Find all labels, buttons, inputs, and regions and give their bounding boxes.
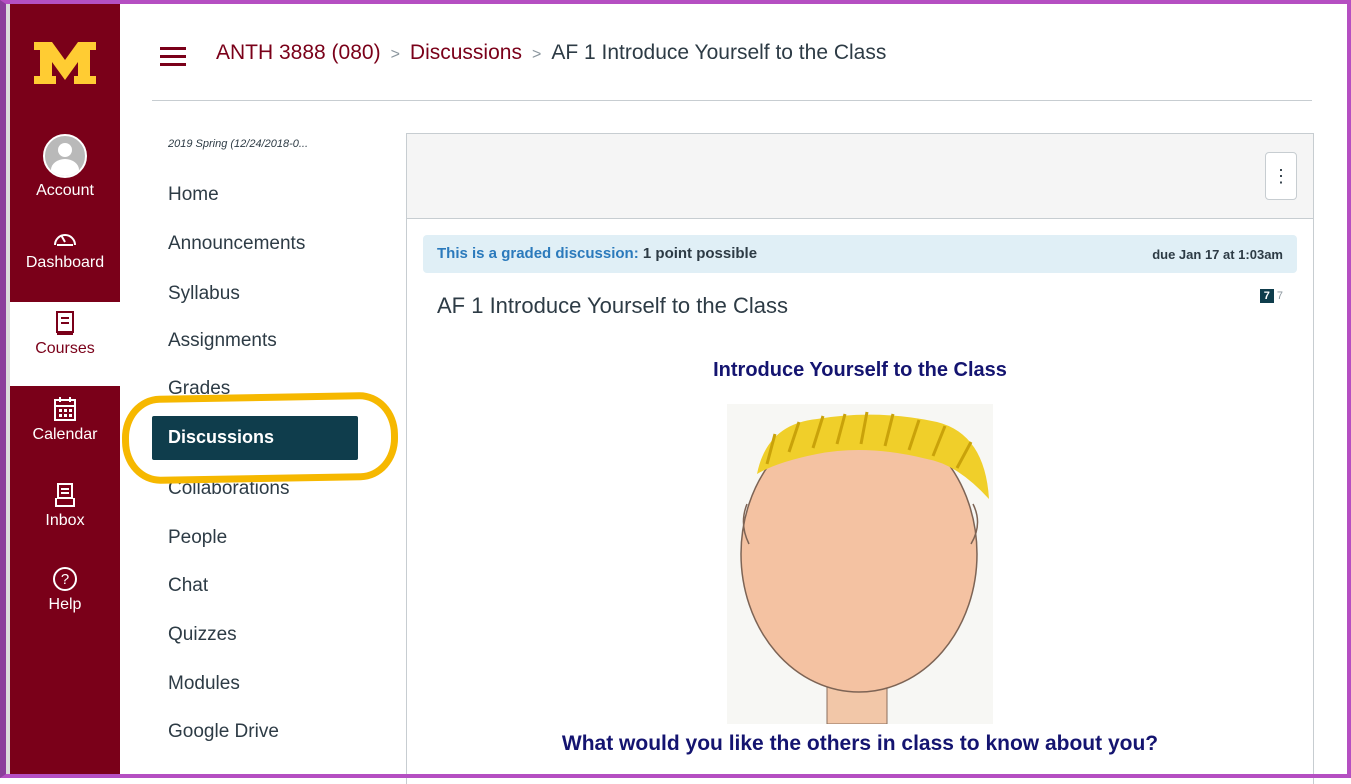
nav-help[interactable]: ? Help: [10, 566, 120, 614]
nav-calendar[interactable]: Calendar: [10, 396, 120, 444]
window-edge: [0, 0, 10, 778]
page-header: ANTH 3888 (080) > Discussions > AF 1 Introdu…: [152, 20, 1312, 101]
intro-heading: Introduce Yourself to the Class: [713, 359, 1007, 381]
prompt-question: What would you like the others in class …: [561, 732, 1159, 755]
course-nav-google-drive[interactable]: Google Drive: [168, 721, 279, 743]
course-nav-announcements[interactable]: Announcements: [168, 233, 305, 255]
course-nav-syllabus[interactable]: Syllabus: [168, 283, 240, 305]
nav-dashboard[interactable]: Dashboard: [10, 226, 120, 272]
breadcrumb-current: AF 1 Introduce Yourself to the Class: [551, 41, 887, 64]
more-options-kebab-icon[interactable]: ⋮: [1265, 152, 1297, 200]
reply-count-badges: 77: [1259, 289, 1283, 303]
svg-text:?: ?: [61, 571, 69, 588]
graded-discussion-banner: This is a graded discussion: 1 point pos…: [423, 235, 1297, 273]
points-possible: 1 point possible: [642, 245, 758, 262]
due-date: due Jan 17 at 1:03am: [1152, 247, 1283, 262]
course-nav-assignments[interactable]: Assignments: [168, 330, 277, 352]
discussion-content: ⋮ This is a graded discussion: 1 point p…: [406, 133, 1314, 784]
course-nav-chat[interactable]: Chat: [168, 575, 208, 597]
discussion-title: AF 1 Introduce Yourself to the Class: [437, 293, 788, 318]
nav-help-label: Help: [48, 596, 82, 613]
account-avatar-icon: [43, 134, 87, 178]
nav-dashboard-label: Dashboard: [25, 254, 105, 271]
breadcrumb-separator-icon: >: [531, 46, 542, 63]
hand-drawn-face-image: [727, 404, 993, 724]
nav-courses[interactable]: Courses: [10, 302, 120, 386]
graded-label: This is a graded discussion:: [437, 245, 639, 262]
course-nav-home[interactable]: Home: [168, 184, 219, 206]
help-icon: ?: [53, 567, 77, 591]
unread-count-badge: 7: [1259, 289, 1274, 303]
breadcrumb-course-link[interactable]: ANTH 3888 (080): [216, 41, 381, 64]
nav-courses-label: Courses: [35, 340, 95, 357]
breadcrumb-separator-icon: >: [390, 46, 400, 63]
highlight-annotation: [121, 391, 399, 485]
breadcrumb: ANTH 3888 (080) > Discussions > AF 1 Introdu…: [216, 41, 886, 65]
breadcrumb-discussions-link[interactable]: Discussions: [410, 41, 522, 64]
university-logo-icon[interactable]: [30, 36, 100, 88]
course-navigation: 2019 Spring (12/24/2018-0... Home Announ…: [152, 138, 378, 742]
courses-book-icon: [56, 311, 74, 335]
global-navigation: Account Dashboard Courses Calendar Inbox…: [10, 0, 120, 778]
discussion-toolbar: ⋮: [407, 134, 1313, 219]
total-count: 7: [1276, 290, 1283, 302]
calendar-icon: [54, 397, 76, 421]
nav-account[interactable]: Account: [10, 134, 120, 200]
course-nav-people[interactable]: People: [168, 527, 227, 549]
dashboard-gauge-icon: [54, 234, 76, 246]
term-label: 2019 Spring (12/24/2018-0...: [168, 138, 309, 150]
inbox-icon: [55, 483, 75, 507]
course-nav-quizzes[interactable]: Quizzes: [168, 624, 237, 646]
nav-calendar-label: Calendar: [32, 426, 98, 443]
nav-account-label: Account: [36, 182, 94, 199]
hamburger-menu-icon[interactable]: [160, 47, 186, 66]
nav-inbox-label: Inbox: [45, 512, 85, 529]
nav-inbox[interactable]: Inbox: [10, 482, 120, 530]
course-nav-modules[interactable]: Modules: [168, 673, 240, 695]
